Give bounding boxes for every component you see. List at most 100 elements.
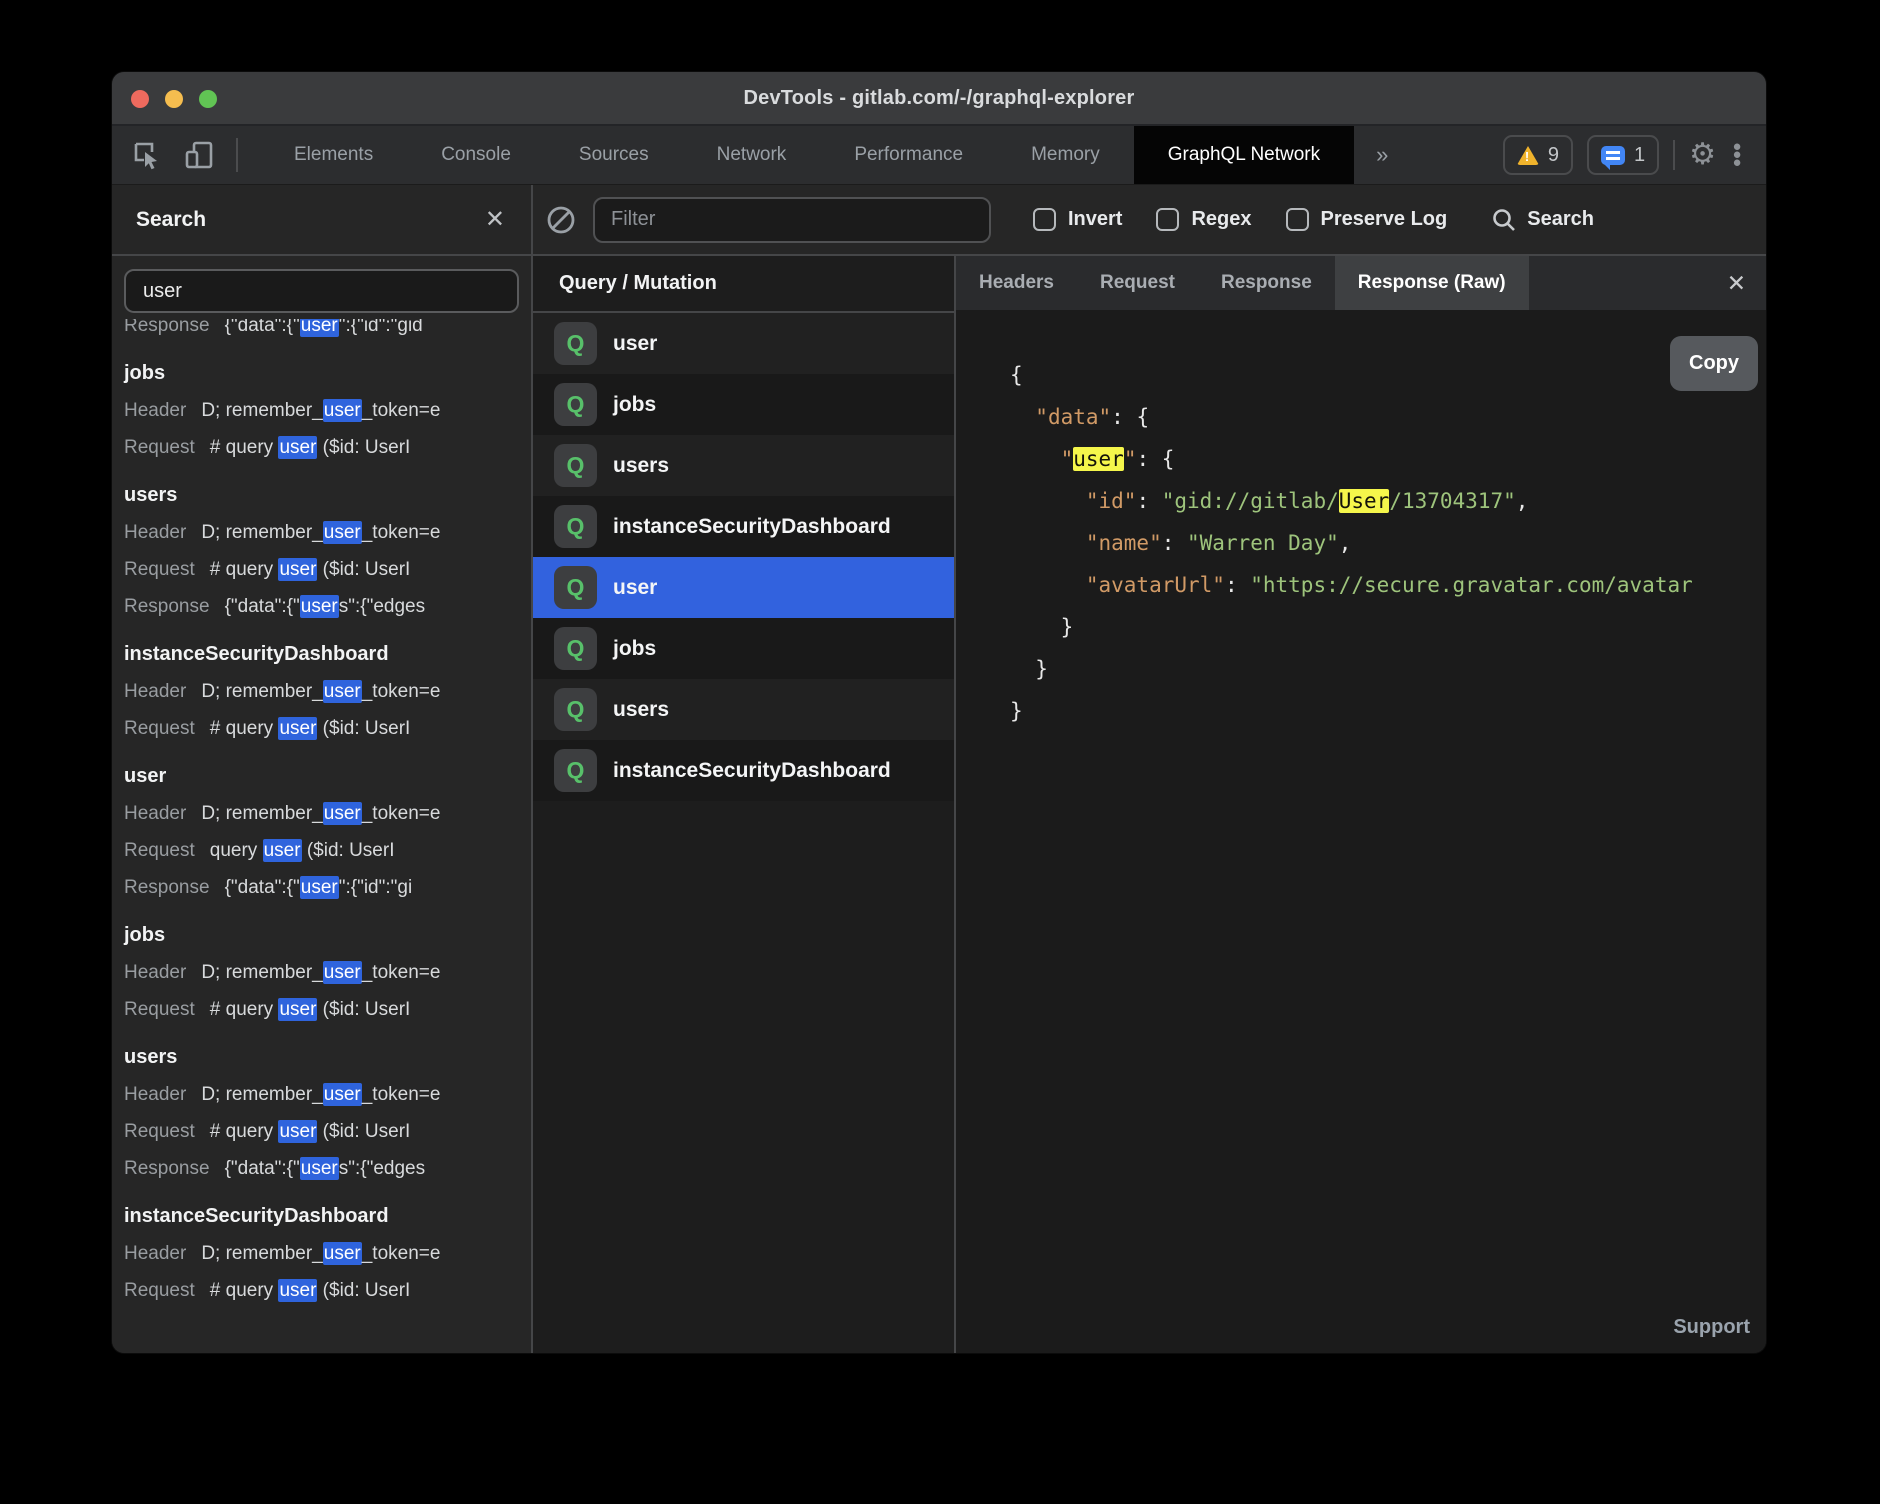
match-highlight: user xyxy=(300,595,339,618)
query-list-header: Query / Mutation xyxy=(533,256,954,313)
search-panel-header: Search ✕ xyxy=(112,185,533,254)
query-list-item[interactable]: Quser xyxy=(533,313,954,374)
search-result-row[interactable]: Request# query user ($id: UserI xyxy=(124,429,531,466)
checkbox-box xyxy=(1033,208,1056,231)
search-result-row[interactable]: Request # query user ($id: UserI xyxy=(124,1272,531,1309)
kebab-menu-icon[interactable]: ●●● xyxy=(1730,143,1744,168)
search-close-icon[interactable]: ✕ xyxy=(485,208,505,232)
search-result-row[interactable]: Response{"data":{"user":{"id":"gi xyxy=(124,869,531,906)
search-result-row[interactable]: HeaderD; remember_user_token=e xyxy=(124,673,531,710)
filter-input[interactable] xyxy=(593,197,991,243)
tab-performance[interactable]: Performance xyxy=(820,126,997,184)
result-row-label: Request xyxy=(124,1280,195,1301)
warnings-badge[interactable]: 9 xyxy=(1503,135,1573,175)
search-toggle[interactable]: Search xyxy=(1491,207,1594,233)
search-result-title[interactable]: jobs xyxy=(124,917,531,954)
query-item-label: instanceSecurityDashboard xyxy=(613,759,891,783)
search-result-title[interactable]: jobs xyxy=(124,355,531,392)
close-window-button[interactable] xyxy=(131,90,149,108)
result-row-label: Response xyxy=(124,1158,210,1179)
query-type-badge: Q xyxy=(554,688,597,731)
search-result-row[interactable]: HeaderD; remember_user_token=e xyxy=(124,1235,531,1272)
search-result-row[interactable]: Response{"data":{"users":{"edges xyxy=(124,1150,531,1187)
toolbar-icons xyxy=(112,126,260,184)
search-result-row[interactable]: Response{"data":{"user":{"id":"gid xyxy=(124,319,531,344)
result-row-label: Header xyxy=(124,962,186,983)
search-result-row[interactable]: Request# query user ($id: UserI xyxy=(124,1113,531,1150)
query-item-label: instanceSecurityDashboard xyxy=(613,515,891,539)
search-result-row[interactable]: Header D; remember_user_token=e xyxy=(124,392,531,429)
tab-console[interactable]: Console xyxy=(407,126,545,184)
search-result-row[interactable]: Request# query user ($id: UserI xyxy=(124,551,531,588)
settings-gear-icon[interactable]: ⚙ xyxy=(1689,140,1716,170)
result-row-value: {"data":{"users":{"edges xyxy=(225,595,426,618)
query-list-item[interactable]: QinstanceSecurityDashboard xyxy=(533,496,954,557)
result-row-value: D; remember_user_token=e xyxy=(201,1083,440,1106)
detail-tab-response-raw-[interactable]: Response (Raw) xyxy=(1335,256,1529,310)
support-link[interactable]: Support xyxy=(1673,1316,1750,1339)
query-list-item[interactable]: Qjobs xyxy=(533,618,954,679)
query-list-item[interactable]: QinstanceSecurityDashboard xyxy=(533,740,954,801)
result-row-label: Request xyxy=(124,1121,195,1142)
tab-memory[interactable]: Memory xyxy=(997,126,1134,184)
zoom-window-button[interactable] xyxy=(199,90,217,108)
checkbox-invert[interactable]: Invert xyxy=(1033,208,1122,231)
search-result-row[interactable]: HeaderD; remember_user_token=e xyxy=(124,954,531,991)
detail-close-icon[interactable]: ✕ xyxy=(1707,256,1766,310)
more-tabs-chevron[interactable]: » xyxy=(1354,126,1410,184)
json-line: "id": "gid://gitlab/User/13704317", xyxy=(1010,480,1766,522)
match-highlight: user xyxy=(278,1120,317,1143)
tab-sources[interactable]: Sources xyxy=(545,126,683,184)
device-toolbar-icon[interactable] xyxy=(184,140,214,170)
search-result-title[interactable]: users xyxy=(124,477,531,514)
result-row-label: Header xyxy=(124,400,186,421)
checkbox-box xyxy=(1286,208,1309,231)
search-result-title[interactable]: user xyxy=(124,758,531,795)
search-panel-title: Search xyxy=(136,208,206,232)
result-row-value: D; remember_user_token=e xyxy=(201,399,440,422)
query-list-item[interactable]: Qusers xyxy=(533,435,954,496)
search-result-group: usersHeaderD; remember_user_token=eReque… xyxy=(124,477,531,625)
find-match-highlight: user xyxy=(1073,447,1124,471)
checkbox-regex[interactable]: Regex xyxy=(1156,208,1251,231)
minimize-window-button[interactable] xyxy=(165,90,183,108)
search-result-row[interactable]: Request# query user ($id: UserI xyxy=(124,710,531,747)
search-result-group: jobs Header D; remember_user_token=e Reques… xyxy=(124,355,531,466)
search-results-list: Response{"data":{"user":{"id":"gid jobs He… xyxy=(112,319,531,1353)
search-result-row[interactable]: Response{"data":{"users":{"edges xyxy=(124,588,531,625)
search-result-group: instanceSecurityDashboardHeaderD; rememb… xyxy=(124,1198,531,1309)
toolbar-divider xyxy=(236,138,238,172)
clear-log-icon[interactable] xyxy=(545,204,577,236)
search-result-row[interactable]: HeaderD; remember_user_token=e xyxy=(124,795,531,832)
detail-tab-headers[interactable]: Headers xyxy=(956,256,1077,310)
inspect-element-icon[interactable] xyxy=(132,140,162,170)
search-input-wrap xyxy=(112,256,531,319)
message-count: 1 xyxy=(1634,144,1645,167)
tab-elements[interactable]: Elements xyxy=(260,126,407,184)
query-list-item[interactable]: Qusers xyxy=(533,679,954,740)
search-result-title[interactable]: instanceSecurityDashboard xyxy=(124,1198,531,1235)
detail-tab-request[interactable]: Request xyxy=(1077,256,1198,310)
search-result-row[interactable]: HeaderD; remember_user_token=e xyxy=(124,514,531,551)
query-list-item[interactable]: Qjobs xyxy=(533,374,954,435)
result-row-value: # query user ($id: UserI xyxy=(210,1279,411,1302)
query-type-badge: Q xyxy=(554,566,597,609)
search-results-panel: Response{"data":{"user":{"id":"gid jobs He… xyxy=(112,256,533,1353)
search-result-row[interactable]: Requestquery user ($id: UserI xyxy=(124,832,531,869)
query-list-item[interactable]: Quser xyxy=(533,557,954,618)
search-result-row[interactable]: Request# query user ($id: UserI xyxy=(124,991,531,1028)
tab-graphql-network[interactable]: GraphQL Network xyxy=(1134,126,1354,184)
search-result-row[interactable]: HeaderD; remember_user_token=e xyxy=(124,1076,531,1113)
detail-tab-response[interactable]: Response xyxy=(1198,256,1335,310)
result-row-value: D; remember_user_token=e xyxy=(201,1242,440,1265)
search-result-title[interactable]: users xyxy=(124,1039,531,1076)
messages-badge[interactable]: 1 xyxy=(1587,135,1659,175)
checkbox-preserve-log[interactable]: Preserve Log xyxy=(1286,208,1448,231)
search-result-title[interactable]: instanceSecurityDashboard xyxy=(124,636,531,673)
search-result-group: userHeaderD; remember_user_token=eReques… xyxy=(124,758,531,906)
query-list: QuserQjobsQusersQinstanceSecurityDashboa… xyxy=(533,313,954,801)
search-input[interactable] xyxy=(124,269,519,313)
json-line: "data": { xyxy=(1010,396,1766,438)
tab-network[interactable]: Network xyxy=(683,126,821,184)
panel-header-row: Search ✕ Invert Regex Preserve Log Search xyxy=(112,185,1766,256)
